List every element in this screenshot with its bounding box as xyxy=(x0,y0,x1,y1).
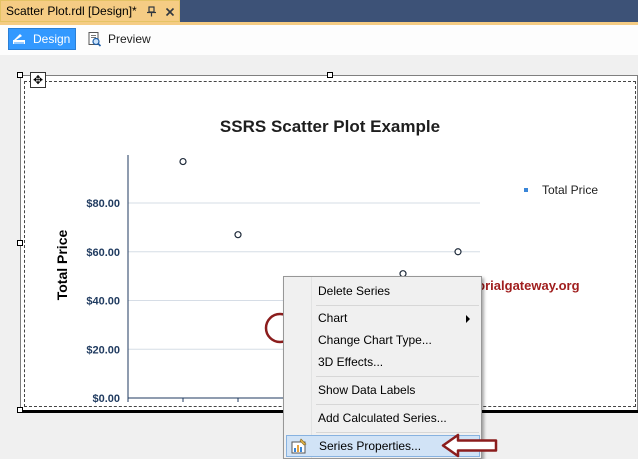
tab-strip-background xyxy=(180,0,638,22)
menu-item-label: 3D Effects... xyxy=(318,355,384,369)
menu-item-label: Change Chart Type... xyxy=(318,333,432,347)
move-handle-icon[interactable]: ✥ xyxy=(30,72,46,88)
menu-item-label: Chart xyxy=(318,311,348,325)
chart-title: SSRS Scatter Plot Example xyxy=(220,117,440,136)
menu-item-show-data-labels[interactable]: Show Data Labels xyxy=(286,379,480,401)
menu-separator xyxy=(316,376,479,377)
preview-tab-button[interactable]: Preview xyxy=(84,28,156,50)
legend-label: Total Price xyxy=(542,183,598,197)
y-tick-label: $40.00 xyxy=(86,296,120,308)
menu-separator xyxy=(316,305,479,306)
series-properties-icon xyxy=(290,438,308,456)
y-tick-label: $20.00 xyxy=(86,344,120,356)
pointer-arrow-icon xyxy=(441,433,498,458)
menu-item-label: Add Calculated Series... xyxy=(318,411,447,425)
data-point[interactable] xyxy=(454,248,462,256)
resize-handle-top-middle[interactable] xyxy=(327,72,333,78)
menu-item-label: Show Data Labels xyxy=(318,383,416,397)
y-axis-label: Total Price xyxy=(54,230,70,301)
data-point[interactable] xyxy=(179,157,187,166)
menu-item-add-calculated-series[interactable]: Add Calculated Series... xyxy=(286,407,480,429)
menu-item-3d-effects[interactable]: 3D Effects... xyxy=(286,351,480,373)
pin-icon[interactable] xyxy=(145,5,158,18)
menu-item-delete-series[interactable]: Delete Series xyxy=(286,280,480,302)
y-tick-labels: $0.00 $20.00 $40.00 $60.00 $80.00 xyxy=(86,198,120,405)
resize-handle-top-left[interactable] xyxy=(17,72,23,78)
y-tick-label: $80.00 xyxy=(86,198,120,210)
design-tab-label: Design xyxy=(33,32,71,46)
submenu-arrow-icon xyxy=(466,315,470,323)
close-icon[interactable] xyxy=(163,5,176,18)
menu-item-chart[interactable]: Chart xyxy=(286,307,480,329)
resize-handle-bottom-left[interactable] xyxy=(17,407,23,413)
menu-item-change-chart-type[interactable]: Change Chart Type... xyxy=(286,329,480,351)
design-tab-button[interactable]: Design xyxy=(8,28,76,50)
document-tab[interactable]: Scatter Plot.rdl [Design]* xyxy=(0,0,180,22)
menu-separator xyxy=(316,404,479,405)
resize-handle-middle-left[interactable] xyxy=(17,240,23,246)
designer-toolbar: Design Preview xyxy=(0,25,638,55)
preview-icon xyxy=(86,31,102,47)
y-tick-label: $0.00 xyxy=(92,393,120,405)
design-icon xyxy=(11,31,27,47)
menu-item-label: Delete Series xyxy=(318,284,391,298)
legend-marker xyxy=(524,188,528,192)
y-tick-label: $60.00 xyxy=(86,247,120,259)
data-point[interactable] xyxy=(234,231,242,239)
document-tab-title: Scatter Plot.rdl [Design]* xyxy=(6,4,137,18)
preview-tab-label: Preview xyxy=(108,32,151,46)
menu-item-label: Series Properties... xyxy=(319,439,422,453)
